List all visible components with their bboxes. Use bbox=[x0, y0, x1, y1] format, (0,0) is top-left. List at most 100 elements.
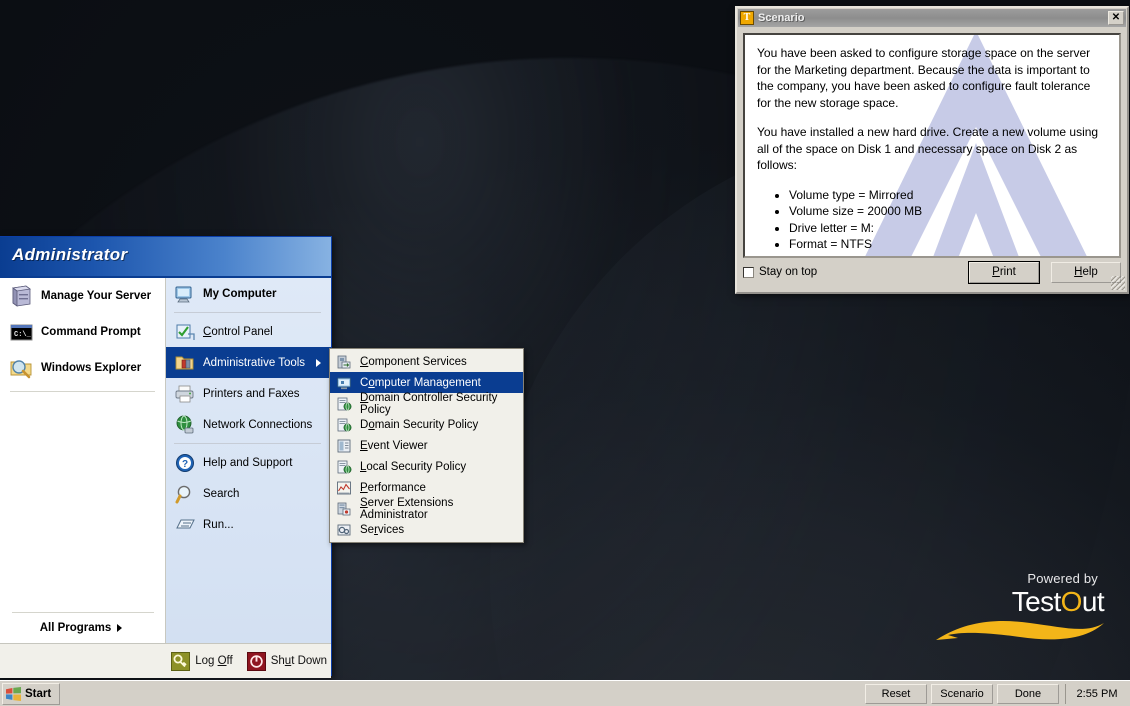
start-item-my-computer[interactable]: My Computer bbox=[166, 278, 331, 309]
powered-by-label: Powered by bbox=[1027, 571, 1098, 586]
requirement-item: Format = NTFS bbox=[789, 236, 1107, 253]
submenu-item-label: Domain Controller Security Policy bbox=[360, 391, 498, 416]
resize-grip[interactable] bbox=[1111, 276, 1125, 290]
submenu-item-computer-management[interactable]: Computer Management bbox=[330, 372, 523, 393]
taskbar-right-controls: Reset Scenario Done 2:55 PM bbox=[865, 683, 1130, 704]
shut-down-button[interactable]: Shut Down bbox=[246, 651, 327, 671]
all-programs-button[interactable]: All Programs bbox=[0, 617, 166, 639]
start-menu-username: Administrator bbox=[12, 245, 128, 264]
domain-security-policy-icon bbox=[336, 417, 352, 433]
network-icon bbox=[174, 414, 196, 436]
start-item-label: Printers and Faxes bbox=[203, 387, 300, 400]
chevron-right-icon bbox=[117, 624, 123, 632]
start-item-label: Administrative Tools bbox=[203, 356, 306, 369]
chevron-right-icon bbox=[316, 358, 321, 367]
start-button-label: Start bbox=[25, 687, 52, 700]
start-menu-right-divider-1 bbox=[174, 312, 321, 313]
shut-down-label: Shut Down bbox=[270, 655, 327, 667]
checkbox-box[interactable] bbox=[743, 266, 754, 278]
run-icon bbox=[174, 514, 196, 536]
start-button[interactable]: Start bbox=[2, 682, 60, 705]
windows-logo-icon bbox=[6, 686, 21, 701]
power-icon bbox=[246, 651, 266, 671]
submenu-item-performance[interactable]: Performance bbox=[330, 477, 523, 498]
close-icon[interactable]: ✕ bbox=[1108, 11, 1124, 25]
requirement-item: Drive letter = M: bbox=[789, 220, 1107, 237]
requirement-item: Volume size = 20000 MB bbox=[789, 203, 1107, 220]
reset-button[interactable]: Reset bbox=[865, 683, 927, 704]
all-programs-divider bbox=[12, 612, 154, 613]
start-menu-left-divider bbox=[10, 391, 155, 392]
local-security-policy-icon bbox=[336, 459, 352, 475]
scenario-paragraph-1: You have been asked to configure storage… bbox=[757, 46, 1091, 110]
brand-text-o: O bbox=[1060, 586, 1083, 617]
start-item-network-connections[interactable]: Network Connections bbox=[166, 409, 331, 440]
print-button[interactable]: Print bbox=[969, 261, 1039, 283]
start-item-label: Search bbox=[203, 487, 240, 500]
log-off-label: Log Off bbox=[195, 655, 233, 667]
start-item-command-prompt[interactable]: C:\_ Command Prompt bbox=[0, 314, 165, 350]
windows-explorer-icon bbox=[8, 355, 34, 381]
submenu-item-label: Domain Security Policy bbox=[360, 418, 479, 431]
submenu-item-domain-controller-security-policy[interactable]: Domain Controller Security Policy bbox=[330, 391, 523, 416]
scenario-requirements-list: Volume type = Mirrored Volume size = 200… bbox=[757, 187, 1107, 257]
submenu-item-local-security-policy[interactable]: Local Security Policy bbox=[330, 456, 523, 477]
start-item-label: Run... bbox=[203, 518, 234, 531]
svg-text:?: ? bbox=[182, 459, 188, 470]
submenu-item-domain-security-policy[interactable]: Domain Security Policy bbox=[330, 414, 523, 435]
scenario-paragraph-2: You have installed a new hard drive. Cre… bbox=[757, 125, 1099, 172]
swoosh-icon bbox=[936, 621, 1104, 640]
start-item-windows-explorer[interactable]: Windows Explorer bbox=[0, 350, 165, 386]
submenu-item-services[interactable]: Services bbox=[330, 519, 523, 540]
log-off-button[interactable]: Log Off bbox=[171, 651, 233, 671]
requirement-item: Volume label = Marketing bbox=[789, 253, 1107, 257]
submenu-item-label: Component Services bbox=[360, 355, 467, 368]
administrative-tools-submenu[interactable]: Component Services Computer Management D… bbox=[329, 348, 524, 543]
print-label: Print bbox=[992, 266, 1016, 278]
component-services-icon bbox=[336, 354, 352, 370]
submenu-item-label: Computer Management bbox=[360, 376, 481, 389]
printer-icon bbox=[174, 383, 196, 405]
scenario-button[interactable]: Scenario bbox=[931, 683, 993, 704]
help-icon: ? bbox=[174, 452, 196, 474]
scenario-dialog[interactable]: T Scenario ✕ You have been asked to conf… bbox=[735, 6, 1129, 294]
submenu-item-label: Event Viewer bbox=[360, 439, 428, 452]
administrative-tools-icon bbox=[174, 352, 196, 374]
start-item-help-and-support[interactable]: ? Help and Support bbox=[166, 447, 331, 478]
start-item-printers-and-faxes[interactable]: Printers and Faxes bbox=[166, 378, 331, 409]
event-viewer-icon bbox=[336, 438, 352, 454]
submenu-item-server-extensions-administrator[interactable]: Server Extensions Administrator bbox=[330, 497, 523, 521]
start-item-label: Network Connections bbox=[203, 418, 313, 431]
computer-management-icon bbox=[336, 375, 352, 391]
start-item-control-panel[interactable]: Control Panel bbox=[166, 316, 331, 347]
key-icon bbox=[171, 651, 191, 671]
start-item-label: Windows Explorer bbox=[41, 362, 142, 374]
svg-text:C:\_: C:\_ bbox=[14, 331, 32, 339]
command-prompt-icon: C:\_ bbox=[8, 319, 34, 345]
scenario-dialog-footer: Stay on top Print Help bbox=[743, 260, 1121, 284]
my-computer-icon bbox=[174, 283, 196, 305]
stay-on-top-checkbox[interactable]: Stay on top bbox=[743, 266, 817, 278]
requirement-item: Volume type = Mirrored bbox=[789, 187, 1107, 204]
submenu-item-component-services[interactable]: Component Services bbox=[330, 351, 523, 372]
help-label: Help bbox=[1074, 266, 1098, 278]
server-extensions-administrator-icon bbox=[336, 501, 352, 517]
start-menu-left-column: Manage Your Server C:\_ Command Prompt W… bbox=[0, 278, 166, 643]
system-clock[interactable]: 2:55 PM bbox=[1065, 683, 1128, 704]
scenario-text: You have been asked to configure storage… bbox=[745, 35, 1119, 257]
scenario-content-area: You have been asked to configure storage… bbox=[743, 33, 1121, 258]
submenu-item-event-viewer[interactable]: Event Viewer bbox=[330, 435, 523, 456]
start-item-manage-your-server[interactable]: Manage Your Server bbox=[0, 278, 165, 314]
brand-text-pre: Test bbox=[1011, 586, 1062, 617]
taskbar: Start Reset Scenario Done 2:55 PM bbox=[0, 680, 1130, 706]
scenario-title-bar[interactable]: T Scenario ✕ bbox=[738, 9, 1126, 27]
done-button[interactable]: Done bbox=[997, 683, 1059, 704]
start-item-search[interactable]: Search bbox=[166, 478, 331, 509]
start-item-label: Control Panel bbox=[203, 325, 273, 338]
submenu-item-label: Services bbox=[360, 523, 405, 536]
start-item-administrative-tools[interactable]: Administrative Tools bbox=[166, 347, 331, 378]
start-item-run[interactable]: Run... bbox=[166, 509, 331, 540]
start-menu-body: Manage Your Server C:\_ Command Prompt W… bbox=[0, 278, 331, 643]
start-menu[interactable]: Administrator Manage Your Server C:\_ Co… bbox=[0, 236, 332, 678]
start-menu-right-divider-2 bbox=[174, 443, 321, 444]
